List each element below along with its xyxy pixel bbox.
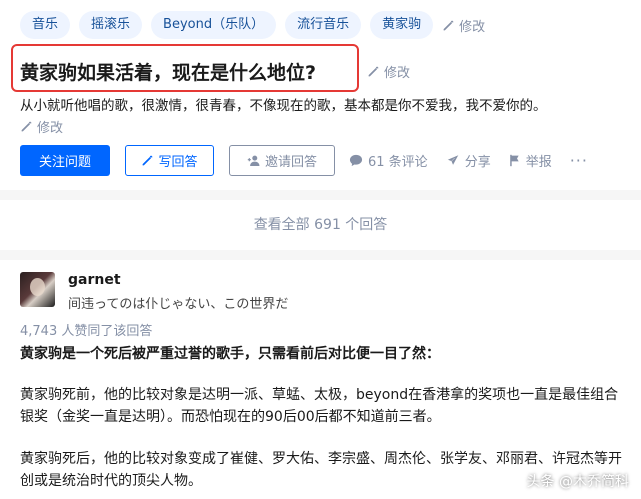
description-edit-label: 修改 bbox=[37, 121, 64, 136]
invite-answer-button[interactable]: 邀请回答 bbox=[229, 145, 335, 176]
avatar[interactable] bbox=[20, 272, 55, 307]
share-label: 分享 bbox=[464, 155, 491, 170]
view-all-answers-link[interactable]: 查看全部 691 个回答 bbox=[0, 200, 641, 250]
watermark: 头条 @木乔简科 bbox=[526, 474, 629, 490]
tags-edit-label: 修改 bbox=[459, 19, 486, 35]
author-name[interactable]: garnet bbox=[68, 272, 121, 288]
question-actions: 关注问题 写回答 邀请回答 61 条评论 分享 举报 ··· bbox=[20, 145, 588, 176]
pencil-icon bbox=[143, 155, 153, 166]
pencil-icon bbox=[21, 121, 32, 132]
comment-icon bbox=[349, 154, 363, 167]
title-edit-label: 修改 bbox=[384, 66, 411, 81]
write-answer-button[interactable]: 写回答 bbox=[125, 145, 214, 176]
topic-tag-pop[interactable]: 流行音乐 bbox=[285, 11, 362, 39]
pencil-icon bbox=[443, 20, 454, 30]
share-link[interactable]: 分享 bbox=[446, 151, 491, 170]
add-user-icon bbox=[247, 155, 260, 166]
question-title[interactable]: 黄家驹如果活着，现在是什么地位? bbox=[20, 58, 316, 85]
question-description: 从小就听他唱的歌，很激情，很青春，不像现在的歌，基本都是你不爱我，我不爱你的。 bbox=[20, 98, 547, 114]
topic-tag-beyond[interactable]: Beyond（乐队） bbox=[151, 11, 277, 39]
title-edit-link[interactable]: 修改 bbox=[367, 62, 410, 81]
topic-tag-wong-ka-kui[interactable]: 黄家驹 bbox=[370, 11, 434, 39]
answer-paragraph: 黄家驹死前，他的比较对象是达明一派、草蜢、太极，beyond在香港拿的奖项也一直… bbox=[20, 387, 619, 425]
write-answer-label: 写回答 bbox=[158, 155, 198, 170]
paper-plane-icon bbox=[446, 154, 459, 166]
tags-edit-link[interactable]: 修改 bbox=[442, 16, 485, 35]
report-label: 举报 bbox=[525, 155, 552, 170]
topic-tags: 音乐 摇滚乐 Beyond（乐队） 流行音乐 黄家驹 修改 bbox=[20, 11, 485, 39]
more-options-icon[interactable]: ··· bbox=[570, 151, 588, 170]
follow-question-button[interactable]: 关注问题 bbox=[20, 145, 110, 176]
vote-count: 4,743 人赞同了该回答 bbox=[20, 324, 153, 339]
description-edit-link[interactable]: 修改 bbox=[20, 117, 63, 136]
pencil-icon bbox=[368, 66, 379, 77]
topic-tag-music[interactable]: 音乐 bbox=[20, 11, 71, 39]
flag-icon bbox=[509, 154, 519, 167]
topic-tag-rock[interactable]: 摇滚乐 bbox=[79, 11, 143, 39]
report-link[interactable]: 举报 bbox=[509, 151, 552, 170]
answer-card: garnet 间违ってのは仆じゃない、この世界だ 4,743 人赞同了该回答 黄… bbox=[0, 260, 641, 499]
author-bio: 间违ってのは仆じゃない、この世界だ bbox=[68, 297, 289, 312]
view-all-card: 查看全部 691 个回答 bbox=[0, 200, 641, 250]
question-card: 音乐 摇滚乐 Beyond（乐队） 流行音乐 黄家驹 修改 黄家驹如果活着，现在… bbox=[0, 0, 641, 190]
answer-paragraph: 黄家驹是一个死后被严重过誉的歌手，只需看前后对比便一目了然： bbox=[20, 346, 440, 362]
comments-label: 61 条评论 bbox=[368, 155, 428, 170]
comments-link[interactable]: 61 条评论 bbox=[349, 151, 428, 170]
invite-answer-label: 邀请回答 bbox=[264, 155, 317, 170]
